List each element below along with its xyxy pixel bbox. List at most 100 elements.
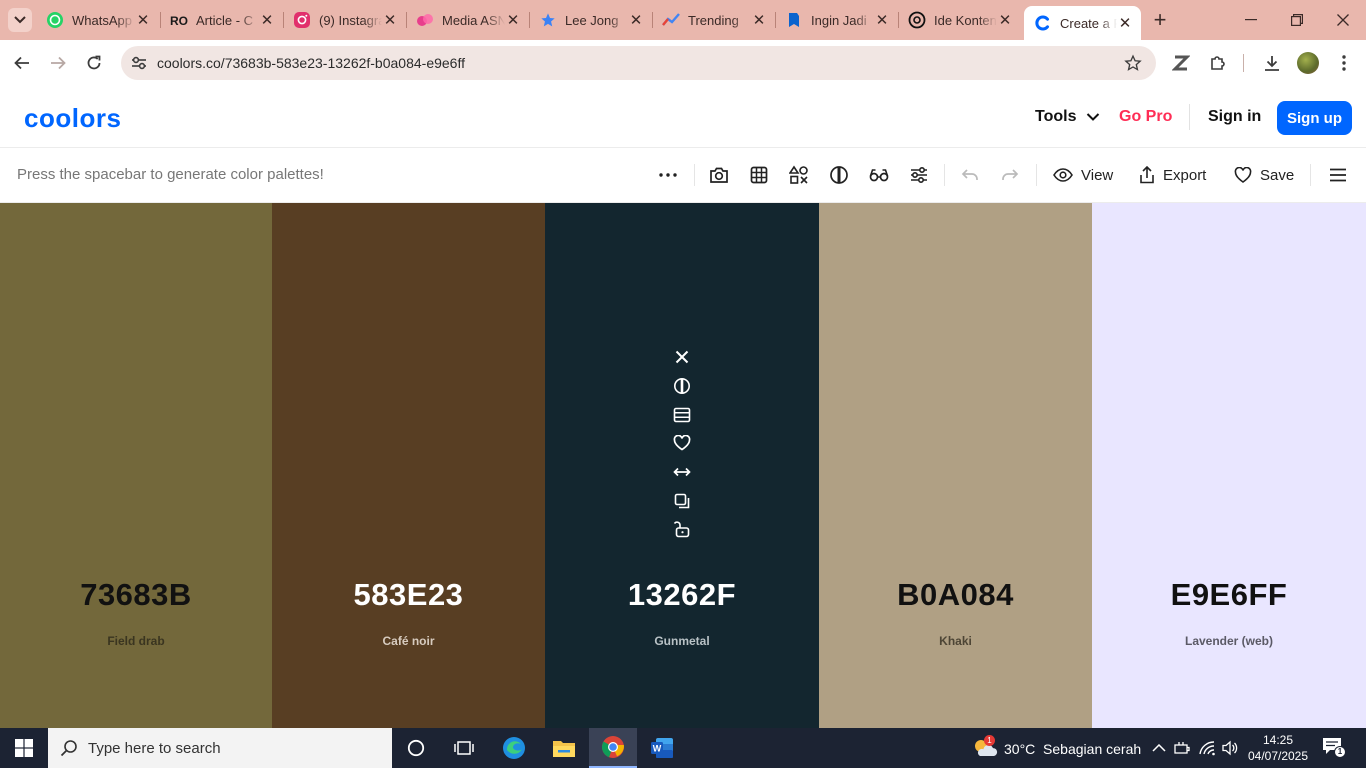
back-button[interactable] <box>8 49 36 77</box>
svg-text:W: W <box>653 744 662 754</box>
close-icon[interactable]: ✕ <box>997 12 1013 29</box>
hex-code[interactable]: B0A084 <box>819 577 1092 613</box>
hex-code[interactable]: E9E6FF <box>1092 577 1366 613</box>
tab-title: Create a P <box>1060 15 1117 31</box>
close-icon[interactable]: ✕ <box>382 12 398 29</box>
drag-arrows-icon[interactable] <box>670 458 694 487</box>
color-name[interactable]: Khaki <box>819 634 1092 648</box>
adjust-sliders-icon[interactable] <box>908 164 930 186</box>
heart-icon <box>1234 167 1252 183</box>
color-swatch[interactable]: B0A084 Khaki <box>819 203 1092 728</box>
undo-icon[interactable] <box>959 164 981 186</box>
extension-z-icon[interactable] <box>1171 53 1191 73</box>
close-icon[interactable]: ✕ <box>259 12 275 29</box>
windows-taskbar: Type here to search W 1 30°C Sebagian ce… <box>0 728 1366 768</box>
browser-tab-coolors[interactable]: Create a P ✕ <box>1024 6 1141 40</box>
go-pro-link[interactable]: Go Pro <box>1119 108 1172 126</box>
copy-icon[interactable] <box>670 486 694 515</box>
reload-button[interactable] <box>80 49 108 77</box>
task-view-button[interactable] <box>440 728 488 768</box>
extensions-puzzle-icon[interactable] <box>1208 53 1228 73</box>
tools-menu[interactable]: Tools <box>1035 108 1100 126</box>
shapes-icon[interactable] <box>788 164 810 186</box>
hex-code[interactable]: 73683B <box>0 577 272 613</box>
swatch-tools <box>670 343 694 544</box>
sign-in-link[interactable]: Sign in <box>1208 108 1261 126</box>
close-icon[interactable]: ✕ <box>505 12 521 29</box>
close-window-button[interactable] <box>1320 0 1366 40</box>
heart-icon[interactable] <box>670 429 694 458</box>
close-icon[interactable]: ✕ <box>1117 15 1133 32</box>
hex-code[interactable]: 583E23 <box>272 577 545 613</box>
redo-icon[interactable] <box>999 164 1021 186</box>
volume-icon[interactable] <box>1221 739 1239 757</box>
hamburger-menu-icon[interactable] <box>1327 164 1349 186</box>
battery-plug-icon[interactable] <box>1173 739 1191 757</box>
glasses-icon[interactable] <box>868 164 890 186</box>
browser-tab-lee-jong[interactable]: Lee Jong ✕ <box>529 4 652 36</box>
start-button[interactable] <box>0 728 48 768</box>
taskbar-edge[interactable] <box>490 728 538 768</box>
clock-date: 04/07/2025 <box>1247 749 1309 763</box>
close-icon[interactable]: ✕ <box>751 12 767 29</box>
color-swatch[interactable]: 13262F Gunmetal <box>545 203 819 728</box>
contrast-icon[interactable] <box>670 372 694 401</box>
download-icon[interactable] <box>1262 53 1282 73</box>
restore-button[interactable] <box>1274 0 1320 40</box>
new-tab-button[interactable]: + <box>1148 7 1172 32</box>
export-button[interactable]: Export <box>1139 164 1206 186</box>
camera-icon[interactable] <box>708 164 730 186</box>
coolors-icon <box>1034 14 1052 32</box>
browser-tab-instagram[interactable]: (9) Instagram ✕ <box>283 4 406 36</box>
coolors-logo[interactable]: coolors <box>24 103 121 134</box>
bookmark-star-icon[interactable] <box>1124 54 1142 72</box>
search-icon <box>60 740 77 757</box>
more-options-icon[interactable] <box>657 164 679 186</box>
close-icon[interactable]: ✕ <box>628 12 644 29</box>
color-swatch[interactable]: 583E23 Café noir <box>272 203 545 728</box>
browser-menu-icon[interactable] <box>1334 53 1354 73</box>
browser-tab-media[interactable]: Media ASN ✕ <box>406 4 529 36</box>
address-bar[interactable]: coolors.co/73683b-583e23-13262f-b0a084-e… <box>121 46 1156 80</box>
browser-tab-whatsapp[interactable]: WhatsApp ✕ <box>36 4 159 36</box>
grid-view-icon[interactable] <box>748 164 770 186</box>
close-icon[interactable]: ✕ <box>135 12 151 29</box>
color-name[interactable]: Café noir <box>272 634 545 648</box>
tray-chevron-up-icon[interactable] <box>1150 739 1168 757</box>
save-button[interactable]: Save <box>1234 164 1294 186</box>
contrast-icon[interactable] <box>828 164 850 186</box>
browser-tab-ingin-jadi[interactable]: Ingin Jadi ✕ <box>775 4 898 36</box>
unlock-icon[interactable] <box>670 515 694 544</box>
color-name[interactable]: Field drab <box>0 634 272 648</box>
wifi-icon[interactable] <box>1198 739 1216 757</box>
sign-up-button[interactable]: Sign up <box>1277 101 1352 135</box>
shades-icon[interactable] <box>670 400 694 429</box>
color-swatch[interactable]: E9E6FF Lavender (web) <box>1092 203 1366 728</box>
tab-title: Ingin Jadi <box>811 12 867 28</box>
tab-title: (9) Instagram <box>319 12 382 28</box>
system-clock[interactable]: 14:25 04/07/2025 <box>1244 732 1312 764</box>
taskbar-search[interactable]: Type here to search <box>48 728 392 768</box>
hex-code[interactable]: 13262F <box>545 577 819 613</box>
view-button[interactable]: View <box>1053 164 1113 186</box>
browser-tab-ide-konten[interactable]: Ide Konten ✕ <box>898 4 1021 36</box>
browser-tab-strip: WhatsApp ✕ RO Article - C ✕ (9) Instagra… <box>0 0 1366 40</box>
profile-avatar[interactable] <box>1297 52 1319 74</box>
color-swatch[interactable]: 73683B Field drab <box>0 203 272 728</box>
taskbar-chrome[interactable] <box>589 728 637 768</box>
cortana-button[interactable] <box>392 728 440 768</box>
browser-tab-trending[interactable]: Trending ✕ <box>652 4 775 36</box>
color-name[interactable]: Lavender (web) <box>1092 634 1366 648</box>
weather-widget[interactable]: 1 30°C Sebagian cerah <box>972 735 1141 760</box>
color-name[interactable]: Gunmetal <box>545 634 819 648</box>
site-info-icon[interactable] <box>129 53 149 73</box>
notification-center[interactable]: 1 <box>1322 737 1346 759</box>
taskbar-word[interactable]: W <box>638 728 686 768</box>
tab-search-button[interactable] <box>8 8 32 32</box>
forward-button[interactable] <box>44 49 72 77</box>
close-icon[interactable]: ✕ <box>874 12 890 29</box>
taskbar-file-explorer[interactable] <box>540 728 588 768</box>
browser-tab-article[interactable]: RO Article - C ✕ <box>160 4 283 36</box>
minimize-button[interactable] <box>1228 0 1274 40</box>
remove-color-icon[interactable] <box>670 343 694 372</box>
